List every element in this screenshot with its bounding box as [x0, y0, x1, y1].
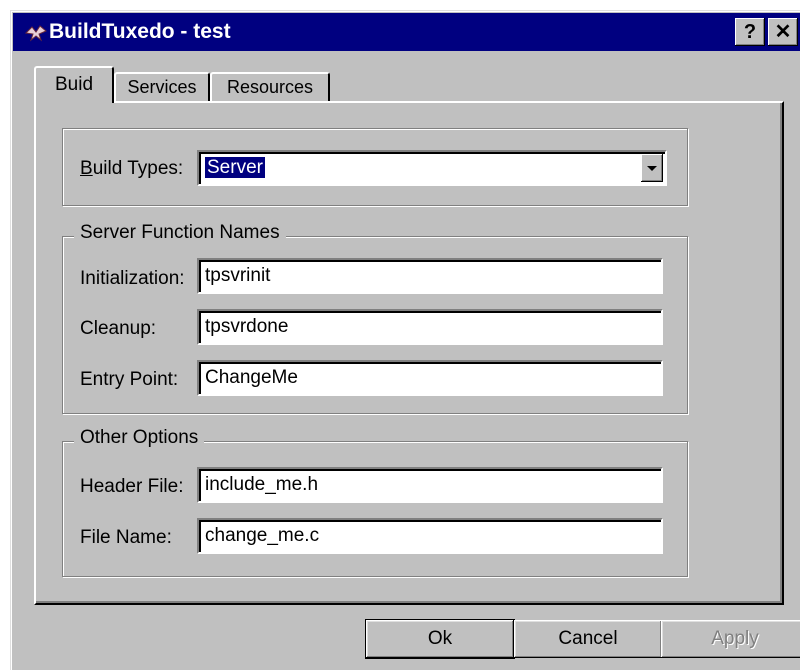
dropdown-arrow-icon[interactable]	[641, 154, 663, 182]
bird-app-icon	[25, 25, 47, 42]
tab-services[interactable]: Services	[114, 72, 210, 101]
initialization-label: Initialization:	[80, 268, 185, 289]
ok-button-label: Ok	[427, 628, 453, 649]
build-type-select[interactable]: Server	[197, 150, 667, 186]
title-bar[interactable]: BuildTuxedo - test ? ✕	[13, 13, 800, 51]
apply-button[interactable]: Apply	[661, 620, 800, 658]
cancel-button-label: Cancel	[558, 628, 618, 649]
initialization-field[interactable]: tpsvrinit	[197, 258, 663, 294]
cleanup-label: Cleanup:	[80, 318, 157, 339]
cancel-button[interactable]: Cancel	[514, 620, 662, 658]
tab-build-label: Buid	[54, 74, 94, 95]
entry-point-label: Entry Point:	[80, 369, 179, 390]
build-type-label: Build Types:	[80, 158, 184, 179]
tab-services-label: Services	[127, 77, 197, 97]
file-name-field[interactable]: change_me.c	[197, 518, 663, 554]
tab-resources-label: Resources	[226, 77, 314, 97]
header-file-label: Header File:	[80, 476, 184, 497]
header-file-field[interactable]: include_me.h	[197, 467, 663, 503]
window-title: BuildTuxedo - test	[49, 20, 231, 43]
close-button[interactable]: ✕	[768, 18, 798, 46]
server-functions-title: Server Function Names	[74, 222, 286, 244]
other-options-group	[62, 441, 688, 577]
entry-point-field[interactable]: ChangeMe	[197, 360, 663, 396]
apply-button-label: Apply	[711, 628, 759, 649]
cleanup-field[interactable]: tpsvrdone	[197, 309, 663, 345]
build-type-value: Server	[205, 157, 265, 178]
ok-button[interactable]: Ok	[365, 619, 515, 659]
tab-resources[interactable]: Resources	[210, 72, 330, 101]
help-button[interactable]: ?	[735, 18, 765, 46]
tab-build[interactable]: Buid	[34, 66, 114, 103]
file-name-label: File Name:	[80, 527, 172, 548]
other-options-title: Other Options	[74, 427, 205, 449]
